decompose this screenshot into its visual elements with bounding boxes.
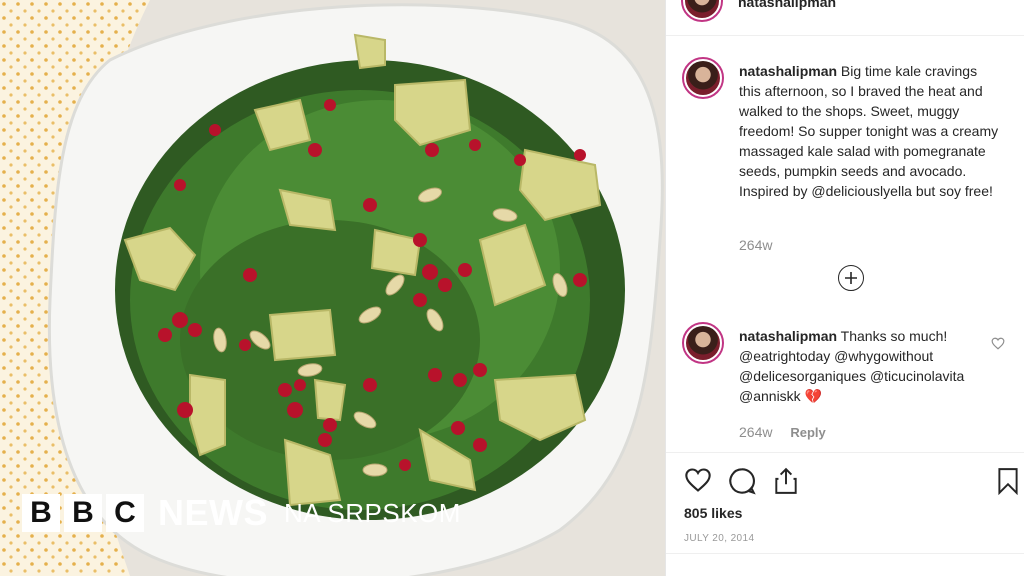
share-icon[interactable] — [773, 467, 799, 500]
bbc-logo-block-3: C — [106, 494, 144, 532]
divider — [666, 553, 1024, 554]
like-heart-icon[interactable] — [684, 467, 712, 498]
reply-username[interactable]: natashalipman — [739, 328, 837, 344]
reply-meta: 264w Reply — [739, 424, 826, 440]
bbc-language-text: NA SRPSKOM — [284, 498, 461, 528]
reply-button[interactable]: Reply — [790, 425, 825, 440]
bbc-news-watermark: B B C NEWS NA SRPSKOM — [22, 494, 461, 532]
post-photo[interactable]: B B C NEWS NA SRPSKOM — [0, 0, 665, 576]
caption-username[interactable]: natashalipman — [739, 63, 837, 79]
post-actions: 805 likes JULY 20, 2014 — [666, 452, 1024, 576]
comment-like-heart-icon[interactable] — [991, 337, 1005, 355]
header-avatar[interactable] — [681, 0, 723, 22]
post-date[interactable]: JULY 20, 2014 — [684, 533, 754, 544]
plus-circle-icon[interactable] — [838, 265, 864, 291]
reply-comment: natashalipman Thanks so much! @eatrighto… — [682, 322, 1012, 447]
post-header: natashalipman — [666, 0, 1024, 36]
comment-bubble-icon[interactable] — [728, 467, 756, 500]
bookmark-icon[interactable] — [996, 467, 1020, 500]
reply-avatar[interactable] — [682, 322, 724, 364]
screen: B B C NEWS NA SRPSKOM natashalipman nata… — [0, 0, 1024, 576]
salad-image — [0, 0, 665, 576]
likes-count[interactable]: 805 likes — [684, 505, 742, 521]
caption-text: Big time kale cravings this afternoon, s… — [739, 63, 999, 199]
caption-avatar[interactable] — [682, 57, 724, 99]
bbc-news-text: NEWS — [158, 492, 268, 533]
reply-age[interactable]: 264w — [739, 424, 772, 440]
caption-comment: natashalipman Big time kale cravings thi… — [682, 57, 1012, 257]
bbc-logo-block-1: B — [22, 494, 60, 532]
header-username[interactable]: natashalipman — [738, 0, 836, 10]
reply-body: natashalipman Thanks so much! @eatrighto… — [739, 326, 999, 406]
post-side-panel: natashalipman natashalipman Big time kal… — [665, 0, 1024, 576]
caption-age[interactable]: 264w — [739, 237, 772, 253]
caption-meta: 264w — [739, 237, 772, 253]
caption-body: natashalipman Big time kale cravings thi… — [739, 61, 999, 201]
bbc-logo-block-2: B — [64, 494, 102, 532]
